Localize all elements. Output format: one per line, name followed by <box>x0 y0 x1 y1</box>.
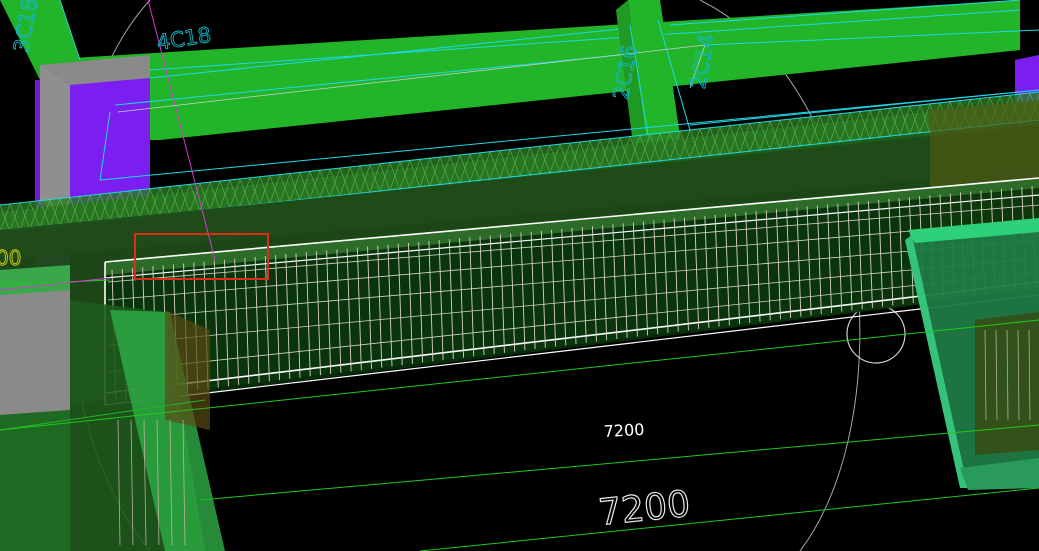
cad-3d-viewport[interactable]: 4C18 3C18 2C16 2C14 00 7200 7200 <box>0 0 1039 551</box>
dimension-text-small[interactable]: 7200 <box>603 420 645 441</box>
partial-label-left: 00 <box>0 246 21 270</box>
right-pedestal[interactable] <box>905 218 1039 490</box>
dimension-text-large[interactable]: 7200 <box>596 483 693 535</box>
rebar-3d-scene[interactable]: 4C18 3C18 2C16 2C14 00 7200 7200 <box>0 0 1039 551</box>
